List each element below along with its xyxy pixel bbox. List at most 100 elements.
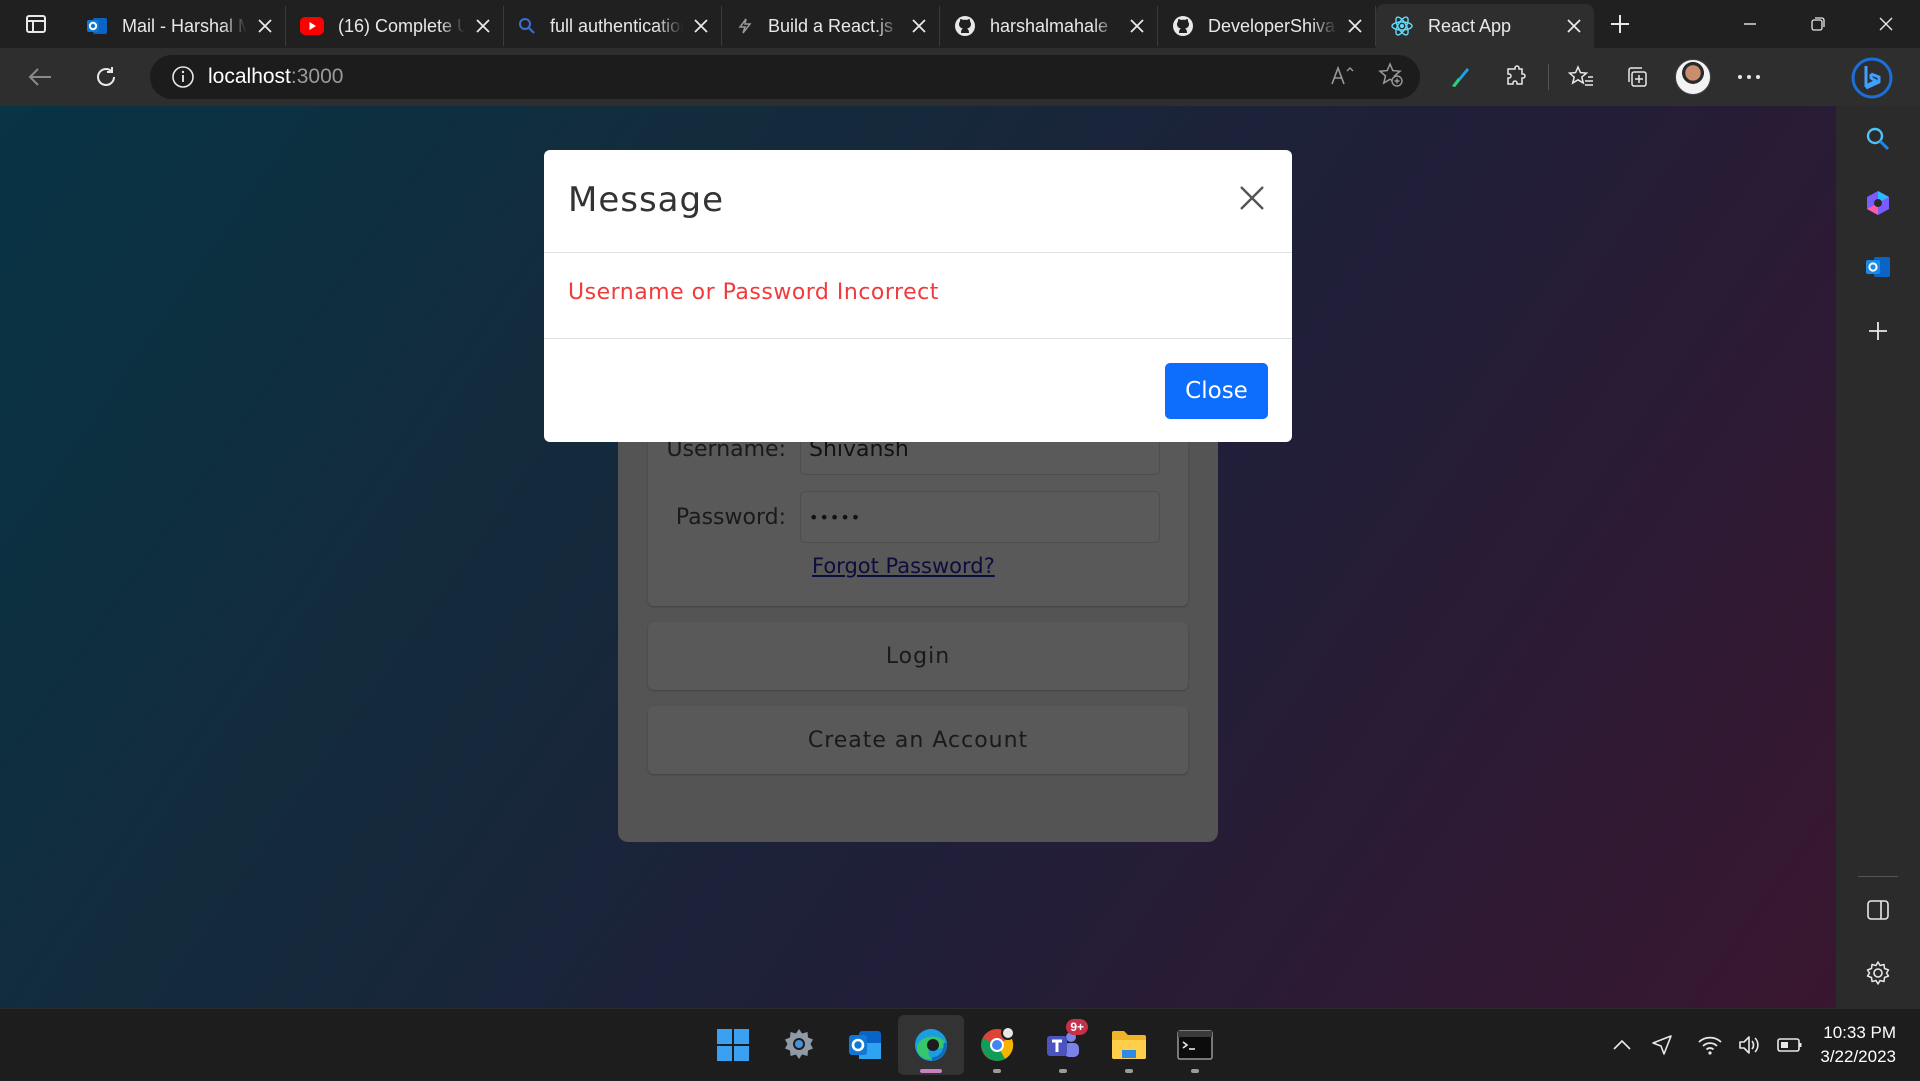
taskbar-outlook[interactable] [832, 1015, 898, 1075]
edge-sidebar [1836, 106, 1920, 1008]
copilot-icon [1867, 191, 1889, 215]
running-app-indicator [1191, 1069, 1199, 1073]
read-aloud-button[interactable] [1330, 64, 1356, 90]
tab-youtube[interactable]: (16) Complete User Authentication [286, 6, 504, 46]
tab-outlook-mail[interactable]: Mail - Harshal Mahale - Outlook [72, 6, 286, 46]
url-host: localhost [208, 65, 291, 88]
taskbar-edge[interactable] [898, 1015, 964, 1075]
minimize-button[interactable] [1716, 0, 1784, 48]
tab-react-app[interactable]: React App [1376, 4, 1594, 48]
restore-icon [1811, 17, 1825, 31]
tab-github-developershivansh[interactable]: DeveloperShivansh [1158, 6, 1376, 46]
wifi-icon [1698, 1036, 1722, 1055]
gear-icon [1866, 961, 1890, 985]
tab-title: full authentication react [550, 15, 683, 36]
refresh-button[interactable] [80, 55, 132, 99]
back-arrow-icon [28, 68, 51, 86]
restore-button[interactable] [1784, 0, 1852, 48]
clock-date: 3/22/2023 [1820, 1047, 1896, 1066]
profile-button[interactable] [1665, 55, 1721, 99]
taskbar-terminal[interactable] [1162, 1015, 1228, 1075]
location-arrow-icon [1652, 1035, 1672, 1055]
tab-title: Build a React.js [768, 15, 894, 36]
extensions-button[interactable] [1488, 55, 1544, 99]
puzzle-icon [1507, 65, 1526, 85]
bing-chat-button[interactable] [1848, 54, 1896, 102]
taskbar-apps: 9+ [700, 1009, 1228, 1081]
info-icon [172, 66, 194, 88]
url-port: :3000 [290, 65, 344, 88]
clock-time: 10:33 PM [1823, 1023, 1896, 1042]
battery-icon [1777, 1038, 1802, 1052]
modal-close-x-button[interactable] [1234, 180, 1270, 216]
settings-gear-icon [785, 1029, 813, 1059]
more-icon [1738, 75, 1760, 79]
close-icon [1240, 186, 1264, 210]
settings-more-button[interactable] [1721, 55, 1777, 99]
folder-icon [1112, 1031, 1146, 1059]
taskbar-file-explorer[interactable] [1096, 1015, 1162, 1075]
favorites-icon [1568, 65, 1593, 86]
start-button[interactable] [700, 1015, 766, 1075]
extension-pen-button[interactable] [1432, 55, 1488, 99]
edge-icon [915, 1029, 947, 1061]
react-icon [1391, 16, 1413, 36]
tab-title: React App [1428, 15, 1512, 36]
sidebar-divider [1858, 876, 1898, 877]
taskbar-clock[interactable]: 10:33 PM 3/22/2023 [1810, 1021, 1920, 1069]
battery-tray-button[interactable] [1770, 1025, 1810, 1065]
sidebar-add-button[interactable] [1836, 306, 1920, 356]
location-tray-button[interactable] [1642, 1025, 1682, 1065]
close-tab-icon[interactable] [255, 16, 275, 36]
message-modal: Message Username or Password Incorrect C… [544, 150, 1292, 442]
close-tab-icon[interactable] [1564, 16, 1584, 36]
bing-icon [1851, 57, 1893, 99]
toolbar-divider [1548, 64, 1549, 90]
close-tab-icon[interactable] [473, 16, 493, 36]
tab-build-react[interactable]: Build a React.js [722, 6, 940, 46]
hide-sidebar-button[interactable] [1836, 885, 1920, 935]
browser-tab-bar: Mail - Harshal Mahale - Outlook (16) Com… [0, 0, 1920, 48]
close-window-button[interactable] [1852, 0, 1920, 48]
close-tab-icon[interactable] [1345, 16, 1365, 36]
volume-tray-button[interactable] [1730, 1025, 1770, 1065]
read-aloud-icon [1331, 65, 1354, 85]
close-tab-icon[interactable] [691, 16, 711, 36]
favorites-button[interactable] [1553, 55, 1609, 99]
address-bar[interactable]: localhost:3000 [150, 55, 1420, 99]
taskbar-teams[interactable]: 9+ [1030, 1015, 1096, 1075]
new-tab-button[interactable] [1598, 2, 1642, 46]
modal-header: Message [544, 150, 1292, 253]
plus-icon [1869, 322, 1887, 340]
url-text: localhost:3000 [208, 65, 343, 89]
show-hidden-icons-button[interactable] [1602, 1025, 1642, 1065]
terminal-icon [1177, 1030, 1213, 1060]
speaker-icon [1739, 1036, 1759, 1054]
back-button[interactable] [14, 55, 66, 99]
wifi-tray-button[interactable] [1690, 1025, 1730, 1065]
tab-title: harshalmahale [990, 15, 1109, 36]
sidebar-copilot-button[interactable] [1836, 178, 1920, 228]
sidebar-settings-button[interactable] [1836, 948, 1920, 998]
taskbar-settings[interactable] [766, 1015, 832, 1075]
add-favorite-button[interactable] [1378, 62, 1404, 92]
collections-button[interactable] [1609, 55, 1665, 99]
tab-title: Mail - Harshal Mahale - Outlook [122, 15, 247, 36]
sidebar-search-button[interactable] [1836, 114, 1920, 164]
taskbar-chrome[interactable] [964, 1015, 1030, 1075]
search-icon [1866, 127, 1890, 151]
pen-extension-icon [1452, 68, 1469, 87]
tab-search[interactable]: full authentication react [504, 6, 722, 46]
sidebar-outlook-button[interactable] [1836, 242, 1920, 292]
tab-actions-icon [26, 15, 46, 33]
windows-start-icon [717, 1029, 749, 1061]
close-tab-icon[interactable] [1127, 16, 1147, 36]
github-icon [955, 16, 975, 36]
page-content: Username: Shivansh Password: ••••• Forgo… [0, 106, 1836, 1008]
close-tab-icon[interactable] [909, 16, 929, 36]
site-info-button[interactable] [158, 65, 208, 89]
browser-toolbar: localhost:3000 [0, 48, 1920, 106]
close-button[interactable]: Close [1165, 363, 1268, 419]
tab-actions-button[interactable] [0, 0, 72, 48]
tab-github-harshal[interactable]: harshalmahale [940, 6, 1158, 46]
